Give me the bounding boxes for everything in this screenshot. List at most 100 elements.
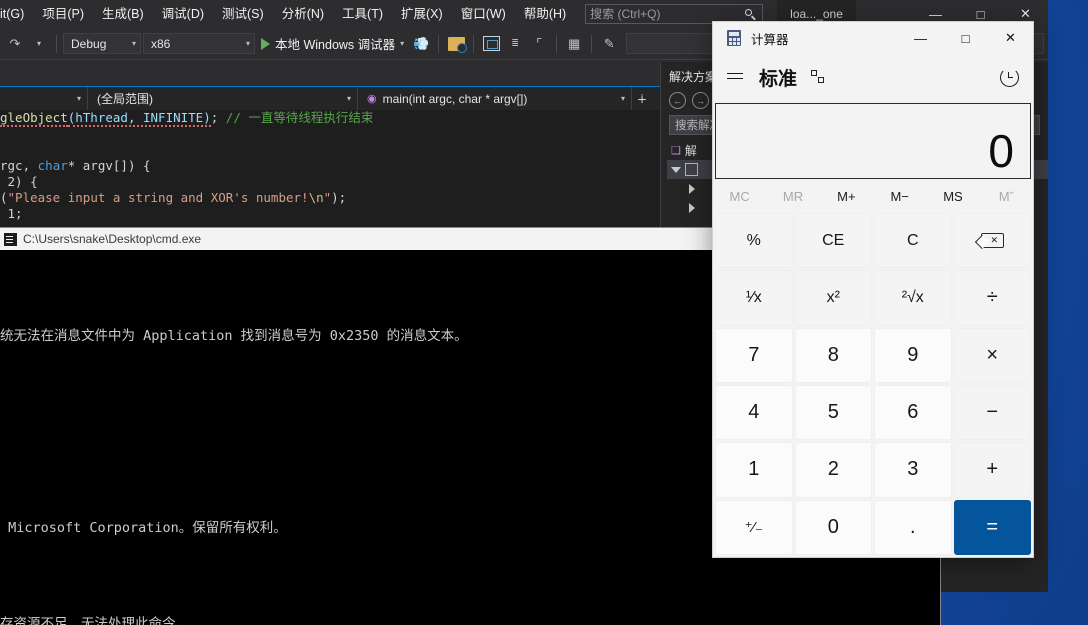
- open-folder-icon[interactable]: [445, 33, 467, 55]
- divide-key[interactable]: ÷: [953, 270, 1031, 326]
- project-icon: [685, 163, 698, 176]
- memory-subtract-button[interactable]: M−: [873, 189, 926, 204]
- reciprocal-key[interactable]: ¹⁄x: [715, 270, 793, 326]
- history-icon[interactable]: [1000, 67, 1019, 87]
- menu-item-git[interactable]: it(G): [0, 2, 33, 26]
- menu-item-project[interactable]: 项目(P): [33, 2, 93, 26]
- navbar-member-dropdown[interactable]: ◉ main(int argc, char * argv[]) ▾: [358, 87, 632, 110]
- search-input[interactable]: [590, 7, 746, 21]
- hot-reload-icon[interactable]: 💨: [410, 33, 432, 55]
- code-token: ;: [210, 110, 219, 125]
- chevron-down-icon: ▾: [346, 94, 351, 103]
- six-key[interactable]: 6: [874, 384, 952, 441]
- chevron-right-icon[interactable]: [689, 183, 695, 194]
- three-key[interactable]: 3: [874, 442, 952, 498]
- decimal-key[interactable]: .: [874, 499, 952, 555]
- menu-item-help[interactable]: 帮助(H): [515, 2, 575, 26]
- menu-item-build[interactable]: 生成(B): [93, 2, 153, 26]
- code-token: * argv[]) {: [67, 158, 151, 173]
- configuration-dropdown[interactable]: Debug ▾: [63, 33, 141, 54]
- toolbox-icon[interactable]: ▦: [563, 33, 585, 55]
- branch-icon[interactable]: ⌜: [528, 33, 550, 55]
- solution-icon: ❑: [671, 145, 681, 157]
- search-icon: [745, 8, 758, 21]
- start-debugging-label: 本地 Windows 调试器: [275, 38, 396, 52]
- square-key[interactable]: x²: [794, 270, 872, 326]
- memory-add-button[interactable]: M+: [820, 189, 873, 204]
- chevron-down-icon: ▾: [620, 94, 625, 103]
- nav-back-icon[interactable]: ←: [669, 92, 686, 109]
- seven-key[interactable]: 7: [715, 327, 793, 383]
- chevron-down-icon[interactable]: [671, 166, 681, 173]
- navbar-project-dropdown[interactable]: ▾: [0, 87, 88, 110]
- console-line: 存资源不足，无法处理此命令。: [0, 616, 189, 625]
- calculator-close-button[interactable]: ✕: [988, 22, 1033, 54]
- start-debugging-button[interactable]: 本地 Windows 调试器 ▾: [257, 34, 408, 53]
- multiply-key[interactable]: ×: [953, 327, 1031, 383]
- memory-button-row: MC MR M+ M− MS Mˇ: [713, 179, 1033, 213]
- chevron-right-icon[interactable]: [689, 202, 695, 213]
- four-key[interactable]: 4: [715, 384, 793, 441]
- percent-key[interactable]: %: [715, 213, 793, 269]
- platform-value: x86: [151, 36, 171, 51]
- calculator-titlebar: 计算器 — □ ✕: [713, 22, 1033, 54]
- menu-item-tools[interactable]: 工具(T): [333, 2, 392, 26]
- square-root-key[interactable]: ²√x: [874, 270, 952, 326]
- subtract-key[interactable]: −: [953, 384, 1031, 441]
- toolbar-separator: [438, 34, 440, 53]
- zero-key[interactable]: 0: [794, 499, 872, 555]
- calculator-mode-label: 标准: [759, 68, 798, 90]
- eight-key[interactable]: 8: [794, 327, 872, 383]
- code-token: 2) {: [0, 174, 38, 189]
- memory-recall-button[interactable]: MR: [766, 189, 819, 204]
- code-token: \n: [308, 190, 324, 205]
- clear-entry-key[interactable]: CE: [794, 213, 872, 269]
- properties-icon[interactable]: ✎: [598, 33, 620, 55]
- configuration-value: Debug: [71, 36, 107, 51]
- menu-item-analyze[interactable]: 分析(N): [273, 2, 333, 26]
- redo-dropdown-icon[interactable]: ▾: [28, 33, 50, 55]
- menu-item-test[interactable]: 测试(S): [213, 2, 273, 26]
- toolbar-separator: [56, 34, 57, 53]
- calculator-keypad: % CE C ✕ ¹⁄x x² ²√x ÷ 7 8 9 × 4 5 6 − 1 …: [713, 213, 1033, 557]
- toolbar-separator: [556, 34, 558, 53]
- one-key[interactable]: 1: [715, 442, 793, 498]
- chevron-down-icon: ▾: [131, 39, 136, 48]
- five-key[interactable]: 5: [794, 384, 872, 441]
- calculator-maximize-button[interactable]: □: [943, 22, 988, 54]
- two-key[interactable]: 2: [794, 442, 872, 498]
- hamburger-menu-icon[interactable]: [727, 71, 743, 83]
- chevron-down-icon[interactable]: ▾: [400, 39, 404, 48]
- clear-key[interactable]: C: [874, 213, 952, 269]
- platform-dropdown[interactable]: x86 ▾: [143, 33, 255, 54]
- menu-item-debug[interactable]: 调试(D): [153, 2, 213, 26]
- navbar-scope-dropdown[interactable]: (全局范围) ▾: [88, 87, 358, 110]
- vs-menu-bar: it(G) 项目(P) 生成(B) 调试(D) 测试(S) 分析(N) 工具(T…: [0, 0, 575, 28]
- negate-key[interactable]: ⁺⁄₋: [715, 499, 793, 555]
- nine-key[interactable]: 9: [874, 327, 952, 383]
- code-token: );: [331, 190, 347, 205]
- split-view-icon[interactable]: ∔: [632, 87, 652, 110]
- memory-list-button[interactable]: Mˇ: [980, 189, 1033, 204]
- tree-item-label: 解: [684, 144, 697, 158]
- add-key[interactable]: +: [953, 442, 1031, 498]
- memory-clear-button[interactable]: MC: [713, 189, 766, 204]
- chevron-down-icon: ▾: [245, 39, 250, 48]
- calculator-header: 标准: [713, 54, 1033, 100]
- display-value: 0: [988, 125, 1014, 177]
- redo-icon[interactable]: ↷: [4, 33, 26, 55]
- keep-on-top-icon[interactable]: [811, 70, 825, 84]
- memory-store-button[interactable]: MS: [926, 189, 979, 204]
- equals-key[interactable]: =: [953, 499, 1031, 555]
- nav-forward-icon[interactable]: →: [692, 92, 709, 109]
- change-indicator-bar: [644, 110, 647, 228]
- calculator-minimize-button[interactable]: —: [898, 22, 943, 54]
- backspace-key[interactable]: ✕: [953, 213, 1031, 269]
- menu-item-window[interactable]: 窗口(W): [452, 2, 515, 26]
- vs-search-box[interactable]: [585, 4, 764, 24]
- home-view-icon[interactable]: [480, 33, 502, 55]
- align-icon[interactable]: ≣: [504, 33, 526, 55]
- menu-item-extensions[interactable]: 扩展(X): [392, 2, 452, 26]
- calculator-display: 0: [715, 103, 1031, 179]
- code-comment: // 一直等待线程执行结束: [225, 110, 374, 125]
